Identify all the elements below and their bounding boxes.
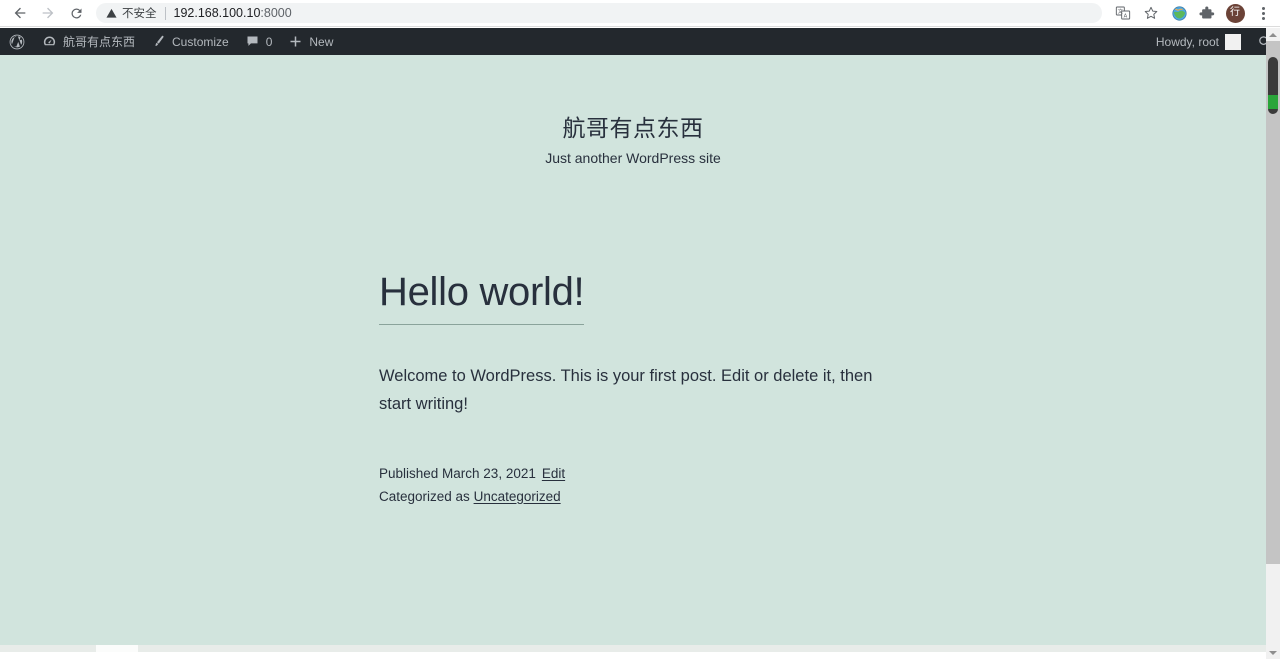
admin-bar-customize-label: Customize xyxy=(172,36,229,48)
dashboard-icon xyxy=(42,34,57,49)
admin-bar-new[interactable]: New xyxy=(280,28,341,55)
back-button[interactable] xyxy=(6,1,34,25)
comment-bubble-icon xyxy=(245,34,260,49)
chevron-down-icon xyxy=(1269,651,1277,655)
vertical-scrollbar-thumb[interactable] xyxy=(1268,57,1278,114)
scrollbar-find-marker xyxy=(1268,95,1278,109)
page-viewport: 航哥有点东西 Just another WordPress site Hello… xyxy=(0,55,1266,652)
admin-bar-site-name[interactable]: 航哥有点东西 xyxy=(34,28,143,55)
wp-logo-menu-item[interactable] xyxy=(0,28,34,55)
svg-text:文: 文 xyxy=(1118,7,1124,15)
admin-bar-comment-count: 0 xyxy=(266,36,273,48)
vertical-scrollbar[interactable] xyxy=(1266,28,1280,659)
omnibox-separator xyxy=(165,7,166,20)
translate-button[interactable]: 文 A xyxy=(1110,1,1136,25)
reload-icon xyxy=(69,6,84,21)
chevron-up-icon xyxy=(1269,33,1277,37)
star-icon xyxy=(1143,5,1159,21)
navigation-buttons xyxy=(0,1,90,25)
admin-bar-howdy-label: Howdy, root xyxy=(1156,36,1219,48)
profile-avatar: 行 xyxy=(1226,4,1245,23)
post-article: Hello world! Welcome to WordPress. This … xyxy=(379,166,899,509)
svg-text:A: A xyxy=(1124,14,1128,20)
wp-admin-bar: 航哥有点东西 Customize 0 New Howdy, root xyxy=(0,28,1280,55)
extensions-button[interactable] xyxy=(1194,1,1220,25)
forward-button[interactable] xyxy=(34,1,62,25)
security-label: 不安全 xyxy=(122,5,157,21)
user-avatar-icon xyxy=(1225,34,1241,50)
reload-button[interactable] xyxy=(62,1,90,25)
scroll-down-button[interactable] xyxy=(1266,646,1280,659)
paintbrush-icon xyxy=(151,34,166,49)
globe-extension-icon xyxy=(1171,5,1188,22)
chrome-menu-button[interactable] xyxy=(1250,1,1276,25)
vertical-scrollbar-track[interactable] xyxy=(1266,41,1280,564)
site-title[interactable]: 航哥有点东西 xyxy=(0,114,1266,144)
admin-bar-right-group: Howdy, root xyxy=(1148,28,1280,55)
site-header: 航哥有点东西 Just another WordPress site xyxy=(0,55,1266,166)
three-dots-vertical-icon xyxy=(1262,7,1265,20)
scroll-up-button[interactable] xyxy=(1266,28,1280,41)
post-category-prefix: Categorized as xyxy=(379,489,470,504)
translate-icon: 文 A xyxy=(1115,5,1131,21)
admin-bar-comments[interactable]: 0 xyxy=(237,28,281,55)
address-bar[interactable]: 不安全 192.168.100.10:8000 xyxy=(96,3,1102,23)
post-meta-published-row: Published March 23, 2021 Edit xyxy=(379,463,899,486)
post-published-date: Published March 23, 2021 xyxy=(379,466,536,481)
globe-extension-button[interactable] xyxy=(1166,1,1192,25)
browser-toolbar: 不安全 192.168.100.10:8000 文 A xyxy=(0,0,1280,27)
wordpress-logo-icon xyxy=(9,34,25,50)
admin-bar-left-group: 航哥有点东西 Customize 0 New xyxy=(0,28,341,55)
url-text: 192.168.100.10:8000 xyxy=(174,6,292,20)
horizontal-scrollbar-thumb[interactable] xyxy=(96,645,138,652)
security-indicator[interactable]: 不安全 xyxy=(106,5,157,21)
puzzle-piece-icon xyxy=(1199,5,1215,21)
admin-bar-customize[interactable]: Customize xyxy=(143,28,237,55)
url-host: 192.168.100.10 xyxy=(174,6,261,20)
admin-bar-site-label: 航哥有点东西 xyxy=(63,36,135,48)
admin-bar-new-label: New xyxy=(309,36,333,48)
toolbar-icon-group: 文 A 行 xyxy=(1110,1,1280,25)
url-port: :8000 xyxy=(260,6,291,20)
warning-triangle-icon xyxy=(106,8,117,19)
post-edit-link[interactable]: Edit xyxy=(542,466,565,481)
plus-icon xyxy=(288,34,303,49)
post-title-link[interactable]: Hello world! xyxy=(379,270,584,325)
bookmark-button[interactable] xyxy=(1138,1,1164,25)
site-description: Just another WordPress site xyxy=(0,150,1266,166)
profile-button[interactable]: 行 xyxy=(1222,1,1248,25)
admin-bar-my-account[interactable]: Howdy, root xyxy=(1148,28,1249,55)
forward-arrow-icon xyxy=(40,5,56,21)
horizontal-scrollbar[interactable] xyxy=(0,645,1266,652)
back-arrow-icon xyxy=(12,5,28,21)
post-meta: Published March 23, 2021 Edit Categorized… xyxy=(379,463,899,509)
post-meta-category-row: Categorized as Uncategorized xyxy=(379,486,899,509)
post-excerpt: Welcome to WordPress. This is your first… xyxy=(379,362,879,419)
post-category-link[interactable]: Uncategorized xyxy=(474,489,561,504)
